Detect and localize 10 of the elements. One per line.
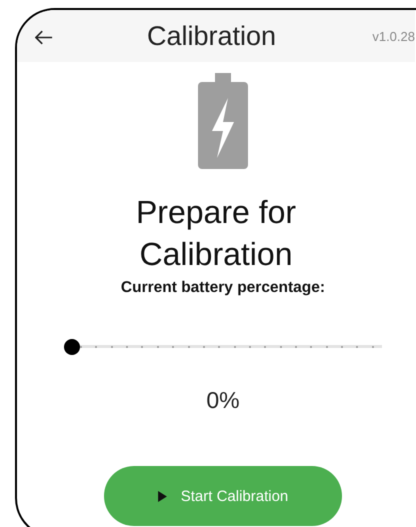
version-label: v1.0.28 xyxy=(372,28,415,44)
heading: Prepare for Calibration xyxy=(134,193,298,274)
subtitle: Current battery percentage: xyxy=(120,279,326,297)
screen-title: Calibration xyxy=(147,20,276,52)
play-icon xyxy=(158,490,167,502)
start-calibration-button[interactable]: Start Calibration xyxy=(104,466,342,526)
slider-thumb[interactable] xyxy=(64,339,80,355)
charging-battery-icon xyxy=(198,73,248,169)
back-arrow-icon[interactable] xyxy=(35,30,53,44)
percentage-reading: 0% xyxy=(206,387,240,414)
